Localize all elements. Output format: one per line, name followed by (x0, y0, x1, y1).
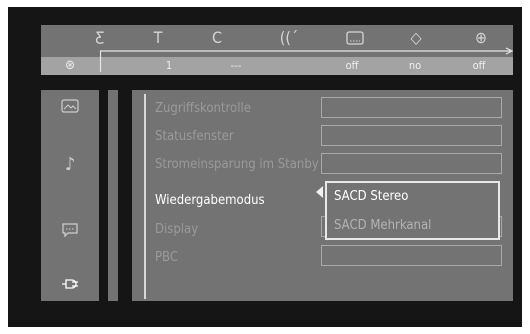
value-box-stromeinsparung[interactable] (321, 153, 502, 174)
menu-item-statusfenster[interactable]: Statusfenster (155, 129, 234, 145)
menu-item-wiedergabemodus[interactable]: Wiedergabemodus (155, 193, 265, 209)
picture-icon[interactable] (41, 96, 99, 118)
category-sidebar: ♪ (41, 90, 99, 301)
title-icon[interactable]: T (143, 28, 173, 48)
value-box-zugriffskontrolle[interactable] (321, 97, 502, 118)
menu-item-stromeinsparung[interactable]: Stromeinsparung im Stanby (155, 157, 319, 173)
menu-item-display[interactable]: Display (155, 222, 198, 238)
disc-icon: ⊛ (65, 58, 75, 73)
angle-icon[interactable]: ◇ (401, 28, 431, 48)
value-box-pbc[interactable] (321, 245, 502, 266)
option-sacd-stereo[interactable]: SACD Stereo (334, 189, 408, 205)
playback-mode-dropdown[interactable]: SACD Stereo SACD Mehrkanal (325, 181, 500, 240)
selection-arrow-icon (316, 186, 323, 198)
chapter-icon[interactable]: C (202, 28, 232, 48)
audio-icon[interactable]: Ƹ (85, 28, 115, 48)
speech-bubble-icon[interactable] (41, 220, 99, 243)
plug-icon[interactable] (41, 274, 99, 296)
subtitle-icon[interactable] (340, 28, 370, 50)
option-sacd-mehrkanal[interactable]: SACD Mehrkanal (334, 218, 431, 234)
zoom-icon[interactable]: ⊕ (466, 28, 496, 48)
menu-item-zugriffskontrolle[interactable]: Zugriffskontrolle (155, 101, 251, 117)
timeline-bracket (99, 47, 514, 72)
menu-item-pbc[interactable]: PBC (155, 250, 178, 266)
sidebar-divider-strip (108, 90, 118, 301)
panel-divider-line (144, 94, 146, 299)
sound-icon[interactable]: ((´ (274, 28, 304, 48)
value-box-statusfenster[interactable] (321, 125, 502, 146)
music-note-icon[interactable]: ♪ (41, 155, 99, 175)
